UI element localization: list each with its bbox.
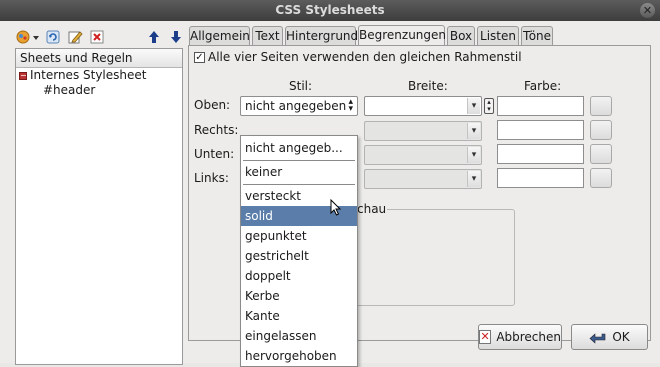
style-column-label: Stil: [289, 79, 313, 93]
chevron-down-icon: ▾ [467, 98, 480, 114]
same-style-checkbox[interactable]: ✓ [194, 52, 205, 63]
dropdown-item[interactable]: keiner [241, 162, 357, 182]
dropdown-separator [243, 160, 355, 161]
color-picker-left[interactable] [590, 168, 612, 188]
delete-icon[interactable] [89, 29, 105, 45]
ok-icon [589, 330, 607, 344]
close-button[interactable]: ✕ [640, 3, 655, 18]
move-up-icon[interactable] [146, 29, 162, 45]
chevron-down-icon: ▾ [467, 171, 480, 187]
dialog-body: Sheets und Regeln − Internes Stylesheet … [0, 21, 660, 367]
dropdown-item[interactable]: doppelt [241, 266, 357, 286]
tab-hintergrund[interactable]: Hintergrund [285, 26, 358, 46]
mouse-cursor-icon [330, 198, 342, 217]
tab-box[interactable]: Box [447, 26, 475, 46]
tree-item-label: #header [43, 83, 96, 97]
sheets-tree[interactable]: Sheets und Regeln − Internes Stylesheet … [15, 48, 183, 365]
color-input-bottom[interactable] [497, 144, 584, 164]
row-label-right: Rechts: [194, 123, 239, 137]
add-sheet-icon[interactable] [15, 29, 31, 45]
row-label-bottom: Unten: [194, 147, 235, 161]
cancel-button[interactable]: ✕ Abbrechen [478, 324, 562, 350]
tree-header: Sheets und Regeln [16, 49, 182, 68]
row-label-top: Oben: [194, 98, 231, 112]
tab-allgemein[interactable]: Allgemein [189, 26, 250, 46]
style-select-top[interactable]: nicht angegeben ▴ ▾ [240, 96, 358, 116]
same-style-label: Alle vier Seiten verwenden den gleichen … [208, 50, 522, 64]
dropdown-item[interactable]: gestrichelt [241, 246, 357, 266]
color-picker-right[interactable] [590, 120, 612, 140]
dropdown-item[interactable]: eingelassen [241, 326, 357, 346]
color-column-label: Farbe: [524, 79, 562, 93]
row-label-left: Links: [194, 171, 229, 185]
collapse-toggle-icon[interactable]: − [19, 72, 27, 80]
dropdown-item[interactable]: gepunktet [241, 226, 357, 246]
width-select-left[interactable]: ▾ [364, 169, 482, 189]
move-down-icon[interactable] [168, 29, 184, 45]
refresh-icon[interactable] [45, 29, 61, 45]
link-spinner-icon[interactable]: ▴ ▾ [484, 98, 494, 114]
tab-text[interactable]: Text [252, 26, 283, 46]
cancel-icon: ✕ [479, 330, 492, 344]
tree-item-label: Internes Stylesheet [30, 68, 147, 82]
edit-icon[interactable] [67, 29, 83, 45]
color-input-top[interactable] [497, 96, 584, 116]
tab-begrenzungen[interactable]: Begrenzungen [358, 25, 446, 47]
tree-item-internal-stylesheet[interactable]: − Internes Stylesheet [16, 68, 182, 83]
tab-listen[interactable]: Listen [477, 26, 519, 46]
dropdown-arrow-icon[interactable] [32, 29, 40, 45]
color-input-left[interactable] [497, 168, 584, 188]
color-picker-bottom[interactable] [590, 144, 612, 164]
window-title: CSS Stylesheets [275, 3, 385, 17]
tab-toene[interactable]: Töne [521, 26, 553, 46]
updown-icon: ▴ ▾ [348, 97, 353, 114]
width-select-right[interactable]: ▾ [364, 121, 482, 141]
style-dropdown-list[interactable]: nicht angegeb... keiner versteckt solid … [240, 135, 358, 367]
title-bar: CSS Stylesheets ✕ [0, 0, 660, 21]
dropdown-item[interactable]: hervorgehoben [241, 346, 357, 366]
dropdown-separator [243, 184, 355, 185]
width-select-bottom[interactable]: ▾ [364, 145, 482, 165]
chevron-down-icon: ▾ [467, 123, 480, 139]
ok-button[interactable]: OK [571, 324, 648, 350]
cancel-label: Abbrechen [496, 330, 561, 344]
ok-label: OK [612, 330, 630, 344]
dropdown-item[interactable]: Kerbe [241, 286, 357, 306]
width-select-top[interactable]: ▾ [364, 96, 482, 116]
tree-item-header-rule[interactable]: #header [16, 83, 182, 98]
width-column-label: Breite: [408, 79, 448, 93]
preview-label: chau [356, 202, 388, 216]
chevron-down-icon: ▾ [467, 147, 480, 163]
style-select-value: nicht angegeben [245, 99, 347, 113]
color-input-right[interactable] [497, 120, 584, 140]
dropdown-item[interactable]: nicht angegeb... [241, 138, 357, 158]
color-picker-top[interactable] [590, 96, 612, 116]
dropdown-item[interactable]: Kante [241, 306, 357, 326]
